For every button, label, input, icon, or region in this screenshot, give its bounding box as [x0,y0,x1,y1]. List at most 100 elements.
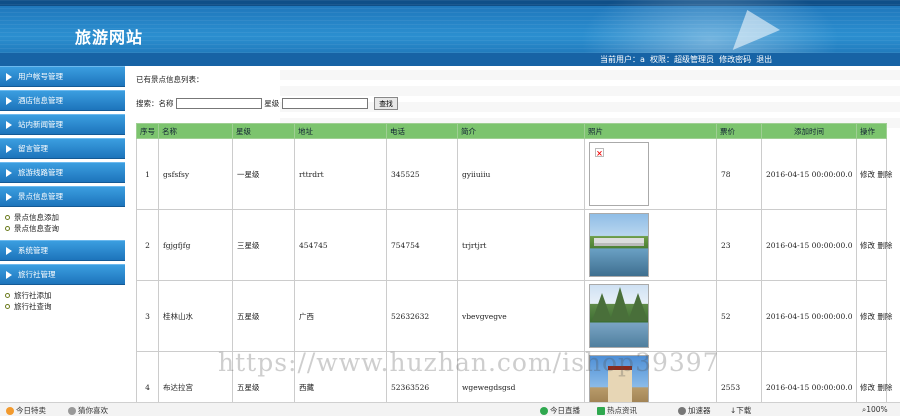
search-button[interactable]: 查找 [374,97,399,110]
sidebar-item-routes[interactable]: 旅游线路管理 [0,162,125,183]
cell-index: 2 [136,209,159,281]
circle-bullet-icon [5,304,10,309]
cell-added: 2016-04-15 00:00:00.0 [761,209,857,281]
cell-name: gsfsfsy [158,138,233,210]
cell-price: 78 [716,138,762,210]
edit-link[interactable]: 修改 [860,170,875,179]
attractions-table: 序号 名称 星级 地址 电话 简介 照片 票价 添加时间 操作 1 gsfsfs… [136,123,892,402]
sidebar-item-news[interactable]: 站内新闻管理 [0,114,125,135]
delete-link[interactable]: 删除 [877,312,892,321]
status-today-sale[interactable]: 今日特卖 [6,405,46,416]
submenu-query-agency[interactable]: 旅行社查询 [0,301,125,312]
submenu-label: 景点信息添加 [14,213,59,222]
logout-link[interactable]: 退出 [756,55,772,64]
search-star-label: 星级 [264,99,280,108]
cell-phone: 52363526 [386,351,458,402]
triangle-right-icon [6,73,12,81]
cell-star: 五星级 [232,351,295,402]
status-label: 100% [866,405,888,414]
triangle-right-icon [6,247,12,255]
sidebar-item-user-accounts[interactable]: 用户帐号管理 [0,66,125,87]
cell-phone: 52632632 [386,280,458,352]
column-header: 星级 [232,123,295,139]
heart-icon [68,407,76,415]
column-header: 简介 [457,123,585,139]
news-icon [597,407,605,415]
submenu-label: 旅行社添加 [14,291,52,300]
edit-link[interactable]: 修改 [860,312,875,321]
cell-intro: trjrtjrt [457,209,585,281]
cell-actions: 修改 删除 [856,280,892,352]
cell-star: 一星级 [232,138,295,210]
submenu-query-attraction[interactable]: 景点信息查询 [0,223,125,234]
cell-star: 三星级 [232,209,295,281]
site-title: 旅游网站 [75,28,144,47]
sidebar-item-label: 酒店信息管理 [18,96,63,105]
main-content: 已有景点信息列表： 搜索：名称 星级 查找 序号 名称 星级 地址 电话 简介 … [130,66,900,402]
cell-photo [584,209,717,281]
triangle-right-icon [6,145,12,153]
status-guess-you-like[interactable]: 猜你喜欢 [68,405,108,416]
cell-star: 五星级 [232,280,295,352]
circle-bullet-icon [5,226,10,231]
sidebar-item-system[interactable]: 系统管理 [0,240,125,261]
status-live[interactable]: 今日直播 [540,405,580,416]
status-zoom[interactable]: ⌕100% [862,405,888,415]
cell-actions: 修改 删除 [856,138,892,210]
submenu-add-attraction[interactable]: 景点信息添加 [0,212,125,223]
sidebar-item-label: 用户帐号管理 [18,72,63,81]
status-label: 今日直播 [550,406,580,415]
column-header: 电话 [386,123,458,139]
attractions-submenu: 景点信息添加 景点信息查询 [0,210,125,237]
cell-intro: vbevgvegve [457,280,585,352]
column-header: 地址 [294,123,387,139]
submenu-add-agency[interactable]: 旅行社添加 [0,290,125,301]
sidebar-item-label: 旅游线路管理 [18,168,63,177]
sidebar-item-messages[interactable]: 留言管理 [0,138,125,159]
cell-price: 52 [716,280,762,352]
status-label: 下载 [736,406,752,415]
cell-name: 桂林山水 [158,280,233,352]
cell-actions: 修改 删除 [856,351,892,402]
delete-link[interactable]: 删除 [877,241,892,250]
cell-address: 西藏 [294,351,387,402]
sidebar-item-hotels[interactable]: 酒店信息管理 [0,90,125,111]
triangle-right-icon [6,271,12,279]
cell-added: 2016-04-15 00:00:00.0 [761,138,857,210]
edit-link[interactable]: 修改 [860,383,875,392]
rocket-icon [678,407,686,415]
sidebar-item-agencies[interactable]: 旅行社管理 [0,264,125,285]
palace-photo [589,355,649,402]
sidebar-item-attractions[interactable]: 景点信息管理 [0,186,125,207]
change-password-link[interactable]: 修改密码 [719,55,751,64]
status-accelerator[interactable]: 加速器 [678,405,711,416]
table-row: 2 fgjgfjfg 三星级 454745 754754 trjrtjrt 23… [136,209,892,281]
submenu-label: 旅行社查询 [14,302,52,311]
broken-image-icon: × [589,142,649,206]
cell-address: 454745 [294,209,387,281]
delete-link[interactable]: 删除 [877,383,892,392]
play-icon [540,407,548,415]
delete-link[interactable]: 删除 [877,170,892,179]
cell-intro: wgewegdsgsd [457,351,585,402]
circle-bullet-icon [5,215,10,220]
gift-icon [6,407,14,415]
edit-link[interactable]: 修改 [860,241,875,250]
cell-price: 2553 [716,351,762,402]
column-header: 名称 [158,123,233,139]
cell-index: 1 [136,138,159,210]
table-row: 4 布达拉宫 五星级 西藏 52363526 wgewegdsgsd 2553 … [136,351,892,402]
table-header-row: 序号 名称 星级 地址 电话 简介 照片 票价 添加时间 操作 [136,123,887,139]
star-search-input[interactable] [281,98,368,109]
name-search-input[interactable] [175,98,262,109]
current-user-label: 当前用户： [600,55,640,64]
cell-added: 2016-04-15 00:00:00.0 [761,351,857,402]
sidebar-item-label: 景点信息管理 [18,192,63,201]
status-download[interactable]: ↓下载 [730,405,751,416]
table-row: 1 gsfsfsy 一星级 rttrdrt 345525 gyiiuiiu × … [136,138,892,210]
role-label: 权限： [650,55,674,64]
status-label: 猜你喜欢 [78,406,108,415]
triangle-right-icon [6,169,12,177]
status-news[interactable]: 热点资讯 [597,405,637,416]
triangle-right-icon [6,193,12,201]
